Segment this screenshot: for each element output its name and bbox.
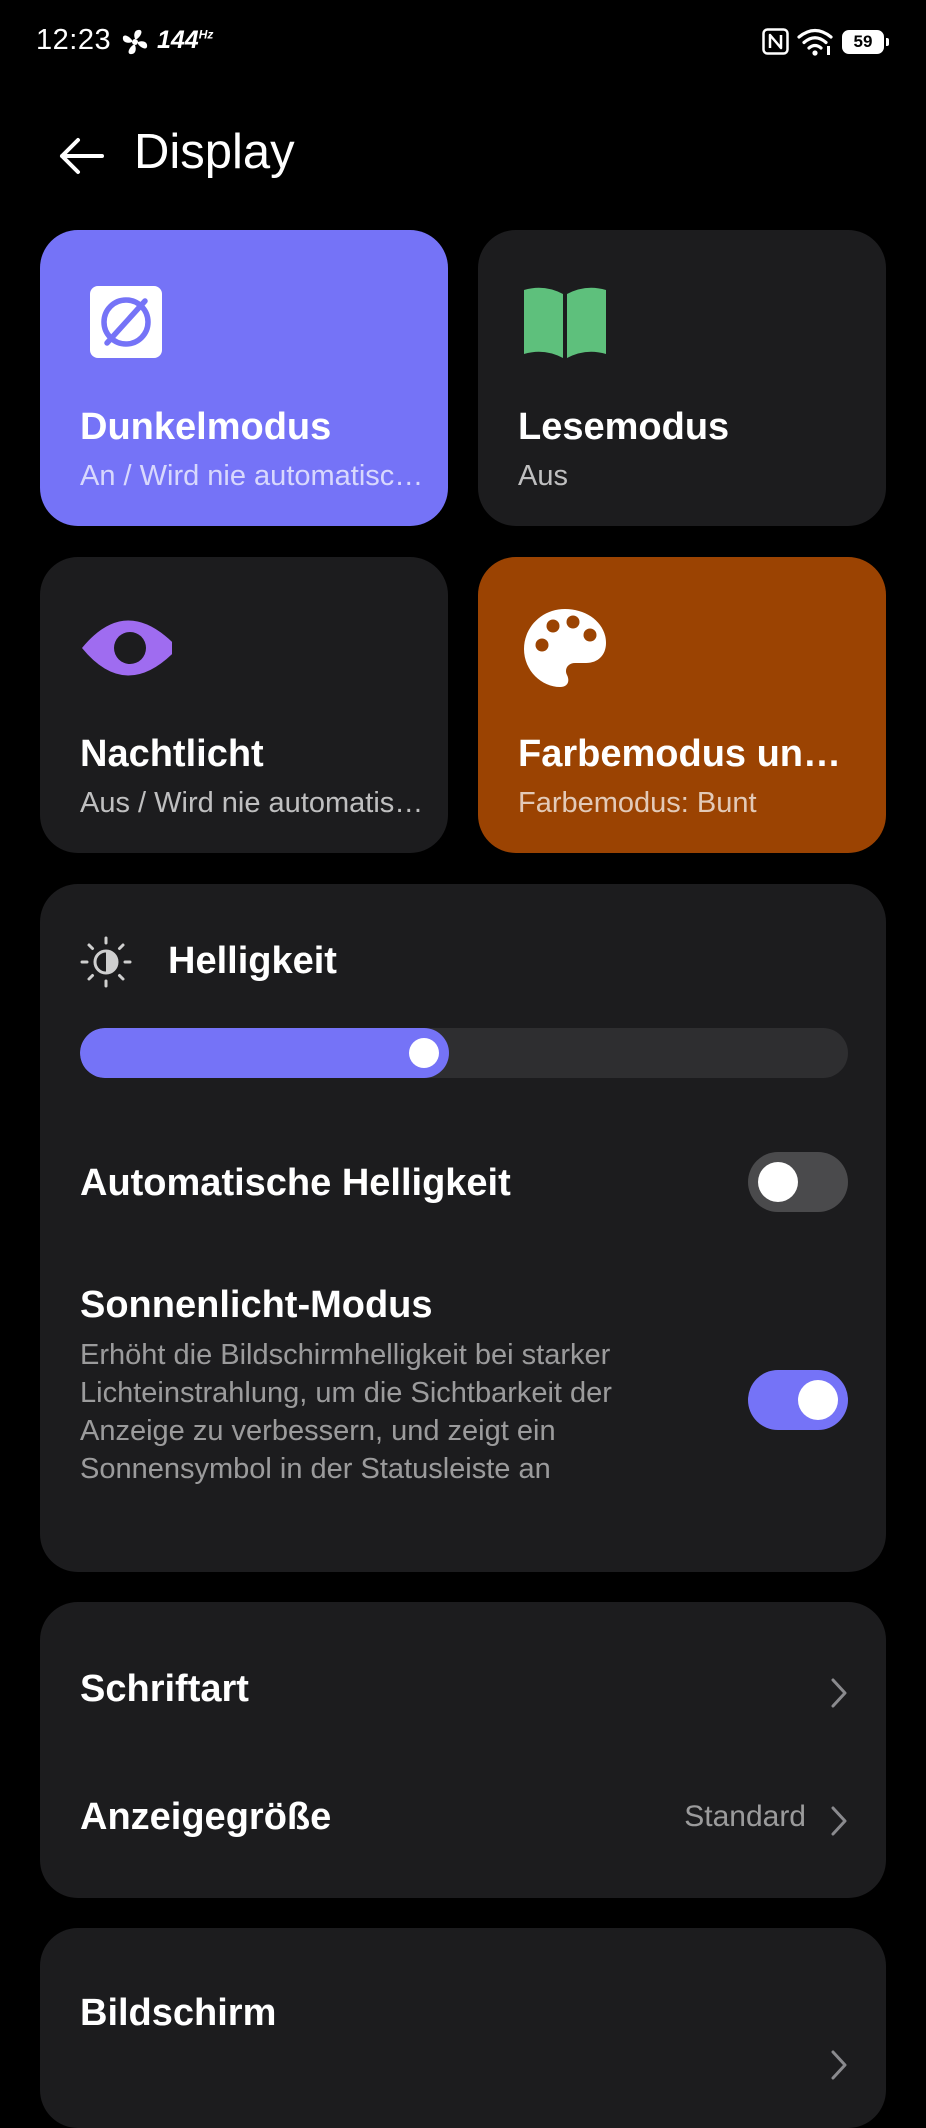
chevron-right-icon [831, 2050, 847, 2080]
book-icon [524, 287, 606, 358]
brightness-slider-fill [80, 1028, 449, 1078]
fan-icon [122, 29, 148, 55]
tile-subtitle: An / Wird nie automatisch aktiviert [80, 460, 430, 492]
status-time: 12:23 [36, 24, 112, 56]
font-label: Schriftart [80, 1668, 249, 1710]
dark-mode-icon [90, 286, 162, 358]
sunlight-mode-toggle[interactable] [748, 1370, 848, 1430]
palette-icon [524, 609, 606, 687]
tile-night-light[interactable]: Nachtlicht Aus / Wird nie automatisch ak… [40, 557, 448, 853]
toggle-knob [798, 1380, 838, 1420]
nfc-icon [762, 28, 789, 55]
arrow-left-icon [60, 138, 104, 174]
display-size-label: Anzeigegröße [80, 1796, 332, 1838]
tile-dark-mode[interactable]: Dunkelmodus An / Wird nie automatisch ak… [40, 230, 448, 526]
wifi-icon [797, 28, 833, 56]
tile-subtitle: Aus / Wird nie automatisch aktiviert [80, 787, 430, 819]
brightness-slider-thumb[interactable] [409, 1038, 439, 1068]
eye-icon [82, 620, 172, 676]
brightness-slider[interactable] [80, 1028, 848, 1078]
battery-indicator: 59 [842, 30, 889, 54]
display-size-row[interactable]: Anzeigegröße Standard [40, 1754, 886, 1882]
auto-brightness-label: Automatische Helligkeit [80, 1162, 511, 1204]
screen-label: Bildschirm [80, 1992, 277, 2034]
brightness-card: Helligkeit Automatische Helligkeit Sonne… [40, 884, 886, 1572]
sunlight-mode-description: Erhöht die Bildschirmhelligkeit bei star… [80, 1339, 612, 1485]
refresh-rate: 144Hz [157, 26, 214, 54]
font-settings-card: Schriftart Anzeigegröße Standard [40, 1602, 886, 1898]
display-size-value: Standard [684, 1800, 806, 1833]
font-row[interactable]: Schriftart [40, 1626, 886, 1754]
auto-brightness-toggle[interactable] [748, 1152, 848, 1212]
tile-title: Nachtlicht [80, 733, 264, 775]
chevron-right-icon [831, 1678, 847, 1708]
tile-title: Farbemodus und Temperatur [518, 733, 858, 775]
tile-subtitle: Farbemodus: Bunt [518, 787, 757, 819]
status-bar: 12:23 144Hz 59 [0, 0, 926, 88]
brightness-icon [80, 936, 132, 988]
toggle-knob [758, 1162, 798, 1202]
tile-title: Dunkelmodus [80, 406, 332, 448]
tile-subtitle: Aus [518, 460, 568, 492]
screen-settings-card[interactable]: Bildschirm [40, 1928, 886, 2128]
page-title: Display [134, 125, 295, 179]
tile-title: Lesemodus [518, 406, 730, 448]
brightness-title: Helligkeit [168, 940, 337, 982]
tile-reading-mode[interactable]: Lesemodus Aus [478, 230, 886, 526]
back-button[interactable] [50, 126, 116, 186]
sunlight-mode-label: Sonnenlicht-Modus [80, 1284, 433, 1326]
chevron-right-icon [831, 1806, 847, 1836]
tile-color-mode[interactable]: Farbemodus und Temperatur Farbemodus: Bu… [478, 557, 886, 853]
